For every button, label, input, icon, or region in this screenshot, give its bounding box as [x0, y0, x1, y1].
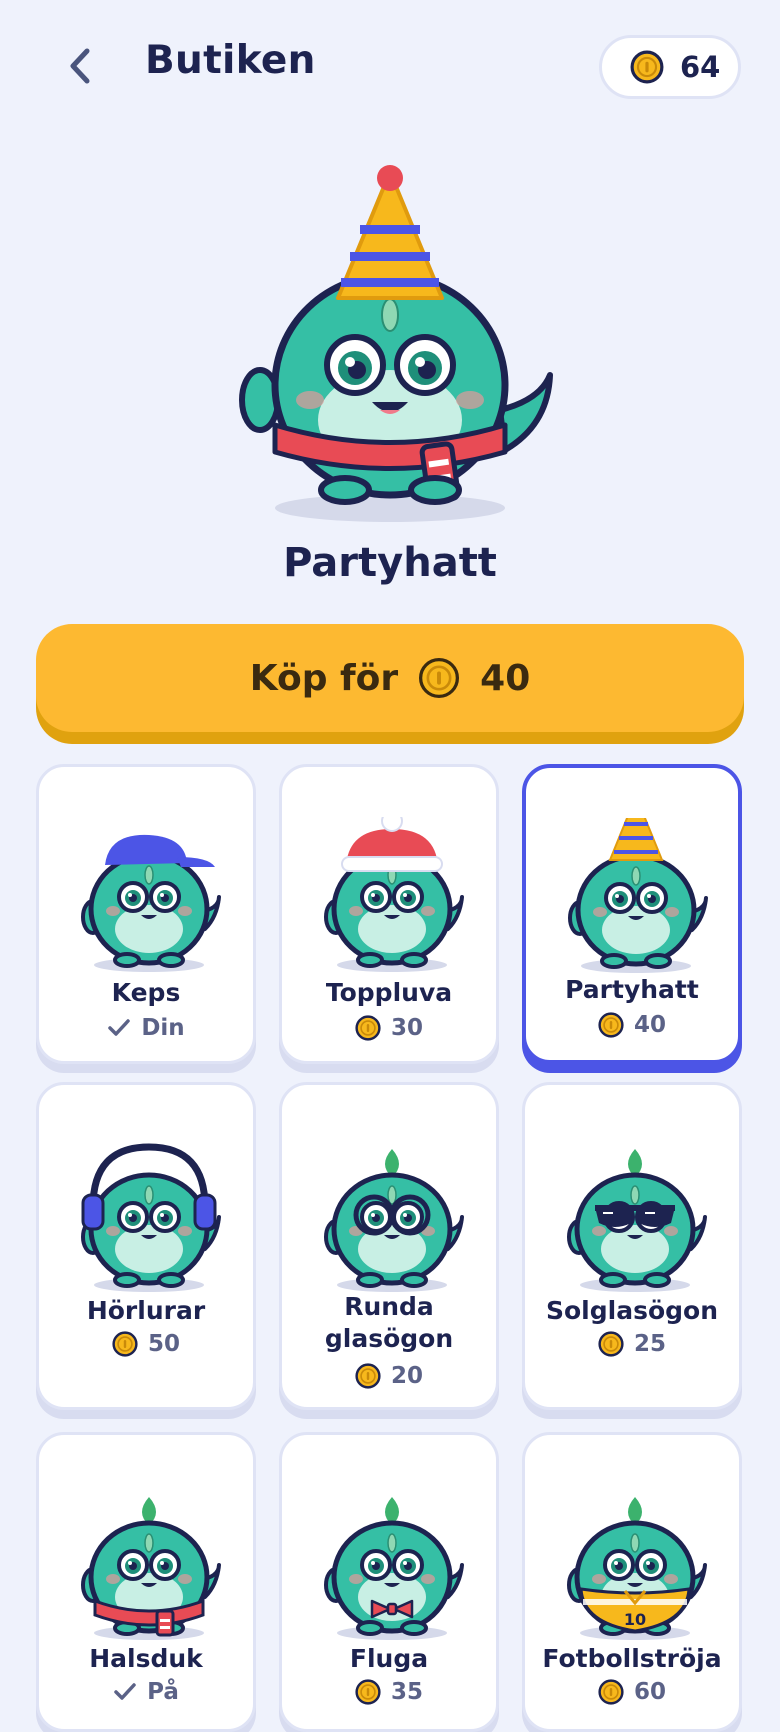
- coin-icon: [598, 1012, 624, 1038]
- shop-item-runda-glasogon[interactable]: Runda glasögon 20: [279, 1082, 499, 1410]
- item-name: Partyhatt: [565, 975, 699, 1004]
- item-price-value: 35: [390, 1679, 423, 1705]
- item-name: Runda glasögon: [324, 1292, 454, 1353]
- monster-keps-thumbnail: [69, 834, 229, 977]
- coin-count: 64: [680, 50, 721, 84]
- item-price: 35: [282, 1679, 496, 1705]
- monster-runda-glasogon-thumbnail: [312, 1149, 472, 1297]
- shop-item-horlurar[interactable]: Hörlurar 50: [36, 1082, 256, 1410]
- shop-item-toppluva[interactable]: Toppluva 30: [279, 764, 499, 1064]
- item-status-label: På: [147, 1679, 179, 1705]
- item-owned-status: På: [39, 1679, 253, 1705]
- coin-icon: [598, 1679, 624, 1705]
- item-name: Toppluva: [325, 978, 453, 1007]
- jersey-number: 10: [624, 1610, 646, 1629]
- shop-item-fluga[interactable]: Fluga 35: [279, 1432, 499, 1732]
- item-name: Fotbollströja: [542, 1644, 722, 1673]
- monster-solglasogon-thumbnail: [555, 1149, 715, 1297]
- shop-item-fotbollstroja[interactable]: 10 Fotbollströja 60: [522, 1432, 742, 1732]
- item-price: 25: [525, 1331, 739, 1357]
- shop-item-partyhatt[interactable]: Partyhatt 40: [522, 764, 742, 1064]
- item-price: 20: [282, 1363, 496, 1389]
- shop-item-keps[interactable]: Keps Din: [36, 764, 256, 1064]
- page-title: Butiken: [145, 38, 316, 83]
- item-price: 60: [525, 1679, 739, 1705]
- back-button[interactable]: [58, 44, 102, 88]
- coin-icon: [355, 1015, 381, 1041]
- buy-price: 40: [480, 657, 531, 699]
- item-name: Fluga: [349, 1644, 429, 1673]
- coin-icon: [630, 50, 664, 84]
- check-icon: [108, 1019, 131, 1036]
- monster-fotbollstroja-thumbnail: 10: [555, 1497, 715, 1645]
- shop-item-solglasogon[interactable]: Solglasögon 25: [522, 1082, 742, 1410]
- monster-halsduk-thumbnail: [69, 1497, 229, 1645]
- monster-fluga-thumbnail: [312, 1497, 472, 1645]
- item-name: Halsduk: [89, 1644, 203, 1673]
- item-price: 40: [526, 1012, 738, 1038]
- coin-icon: [112, 1331, 138, 1357]
- monster-toppluva-thumbnail: [312, 817, 472, 977]
- coin-icon: [355, 1363, 381, 1389]
- item-price-value: 60: [633, 1679, 666, 1705]
- item-price-value: 20: [390, 1363, 423, 1389]
- item-price-value: 40: [633, 1012, 666, 1038]
- shop-item-halsduk[interactable]: Halsduk På: [36, 1432, 256, 1732]
- item-name: Hörlurar: [86, 1296, 206, 1325]
- item-price-value: 25: [633, 1331, 666, 1357]
- item-owned-status: Din: [39, 1015, 253, 1041]
- coin-icon: [355, 1679, 381, 1705]
- monster-partyhatt-thumbnail: [556, 818, 716, 978]
- monster-preview: [239, 165, 553, 522]
- item-name: Solglasögon: [545, 1296, 718, 1325]
- monster-horlurar-thumbnail: [69, 1143, 229, 1297]
- item-name: Keps: [111, 978, 181, 1007]
- item-price: 30: [282, 1015, 496, 1041]
- coin-icon: [598, 1331, 624, 1357]
- coin-balance[interactable]: 64: [599, 35, 741, 99]
- preview-item-name: Partyhatt: [283, 540, 497, 586]
- item-price-value: 50: [147, 1331, 180, 1357]
- chevron-left-icon: [70, 48, 90, 84]
- check-icon: [114, 1683, 136, 1700]
- item-price: 50: [39, 1331, 253, 1357]
- buy-button[interactable]: Köp för 40: [36, 624, 744, 732]
- coin-icon: [419, 657, 460, 699]
- buy-label: Köp för: [249, 657, 399, 699]
- item-status-label: Din: [141, 1015, 185, 1041]
- item-price-value: 30: [390, 1015, 423, 1041]
